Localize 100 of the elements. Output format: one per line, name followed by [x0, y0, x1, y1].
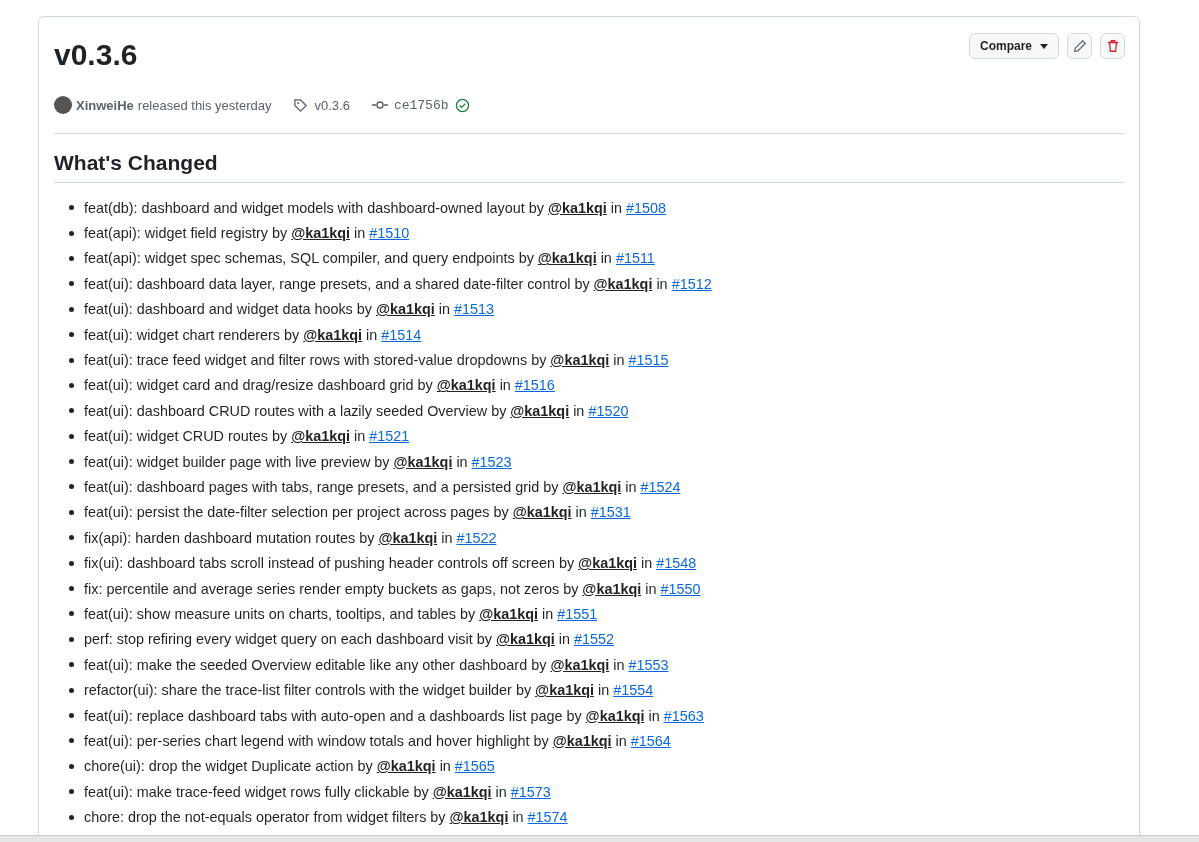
bullet-icon — [69, 789, 74, 795]
in-text: in — [456, 453, 468, 470]
pull-request-link[interactable]: #1521 — [369, 428, 410, 445]
pull-request-link[interactable]: #1564 — [630, 732, 671, 749]
change-text: fix(api): harden dashboard mutation routes — [84, 529, 356, 546]
author-link[interactable]: @ka1kqi — [291, 428, 350, 445]
author-link[interactable]: @ka1kqi — [562, 479, 622, 495]
bullet-icon — [69, 713, 74, 718]
bullet-icon — [69, 357, 74, 363]
author-link[interactable]: @ka1kqi — [585, 707, 645, 724]
author-link[interactable]: @ka1kqi — [303, 326, 362, 343]
author-link[interactable]: @ka1kqi — [593, 275, 653, 292]
pull-request-link[interactable]: #1563 — [663, 707, 704, 724]
by-text: by — [493, 504, 509, 521]
commit-link[interactable]: ce1756b — [393, 97, 449, 113]
author-link[interactable]: @ka1kqi — [535, 682, 594, 699]
author-link[interactable]: @ka1kqi — [578, 555, 637, 572]
change-text: perf: stop refiring every widget query on each dashboard visit — [84, 631, 473, 648]
author-link[interactable]: @ka1kqi — [432, 783, 492, 800]
pull-request-link[interactable]: #1511 — [615, 250, 655, 267]
author-link[interactable]: @ka1kqi — [552, 732, 612, 749]
pull-request-link[interactable]: #1550 — [660, 580, 701, 597]
release-title: v0.3.6 — [54, 37, 138, 73]
pull-request-link[interactable]: #1514 — [381, 326, 422, 343]
by-text: by — [271, 225, 288, 242]
by-text: by — [413, 783, 429, 800]
author-link[interactable]: XinweiHe — [76, 97, 134, 113]
author-link[interactable]: @ka1kqi — [449, 809, 509, 826]
pull-request-link[interactable]: #1531 — [590, 504, 631, 521]
pull-request-link[interactable]: #1508 — [626, 199, 667, 216]
author-link[interactable]: @ka1kqi — [537, 250, 597, 267]
author-link[interactable]: @ka1kqi — [550, 656, 610, 673]
edit-button[interactable] — [1067, 33, 1092, 59]
bullet-icon — [69, 611, 74, 617]
change-text: feat(ui): trace feed widget and filter rows with stored-value dropdowns — [84, 352, 528, 369]
pull-request-link[interactable]: #1512 — [671, 275, 712, 292]
change-text: feat(ui): dashboard and widget data hooks — [84, 301, 353, 318]
pull-request-link[interactable]: #1510 — [369, 225, 410, 242]
bullet-icon — [69, 205, 74, 211]
section-heading: What's Changed — [54, 150, 1125, 183]
pull-request-link[interactable]: #1522 — [456, 529, 497, 546]
bullet-icon — [69, 586, 74, 592]
author-link[interactable]: @ka1kqi — [291, 225, 350, 242]
by-text: by — [359, 529, 375, 546]
pull-request-link[interactable]: #1574 — [527, 809, 568, 826]
author-link[interactable]: @ka1kqi — [378, 529, 438, 546]
tag-link[interactable]: v0.3.6 — [314, 97, 350, 113]
change-text: chore(ui): drop the widget Duplicate action — [84, 758, 354, 775]
by-text: by — [574, 275, 590, 292]
avatar[interactable] — [54, 96, 72, 114]
by-text: by — [566, 707, 582, 724]
pull-request-link[interactable]: #1553 — [628, 656, 669, 673]
pull-request-link[interactable]: #1524 — [640, 479, 681, 495]
pull-request-link[interactable]: #1551 — [557, 605, 598, 622]
pull-request-link[interactable]: #1513 — [454, 301, 495, 318]
bullet-icon — [69, 687, 74, 693]
in-text: in — [610, 199, 623, 216]
pull-request-link[interactable]: #1523 — [471, 453, 512, 470]
author-link[interactable]: @ka1kqi — [436, 377, 496, 394]
bullet-icon — [69, 382, 74, 388]
pull-request-link[interactable]: #1515 — [628, 352, 669, 369]
tag-icon — [293, 97, 309, 113]
author-link[interactable]: @ka1kqi — [393, 453, 453, 470]
author-link[interactable]: @ka1kqi — [376, 301, 435, 318]
pull-request-link[interactable]: #1554 — [613, 682, 654, 699]
in-text: in — [613, 656, 625, 673]
change-text: fix: percentile and average series render empty buckets as gaps, not zeros — [84, 580, 560, 597]
pull-request-link[interactable]: #1573 — [510, 783, 551, 800]
author-link[interactable]: @ka1kqi — [512, 504, 572, 521]
in-text: in — [354, 428, 366, 445]
by-text: by — [430, 809, 446, 826]
change-text: feat(ui): dashboard data layer, range presets, and a shared date-filter control — [84, 275, 571, 292]
pull-request-link[interactable]: #1565 — [454, 758, 495, 775]
pull-request-link[interactable]: #1548 — [656, 555, 697, 572]
pull-request-link[interactable]: #1552 — [574, 631, 615, 648]
author-link[interactable]: @ka1kqi — [495, 631, 555, 648]
in-text: in — [597, 682, 610, 699]
author-link[interactable]: @ka1kqi — [510, 402, 570, 419]
in-text: in — [366, 326, 378, 343]
author-link[interactable]: @ka1kqi — [550, 352, 610, 369]
bullet-icon — [69, 332, 74, 338]
compare-button[interactable]: Compare — [969, 33, 1059, 59]
change-text: feat(ui): per-series chart legend with window totals and hover highlight — [84, 732, 530, 749]
author-link[interactable]: @ka1kqi — [582, 580, 642, 597]
in-text: in — [600, 250, 612, 267]
bullet-icon — [69, 306, 74, 312]
delete-button[interactable] — [1100, 33, 1125, 59]
author-link[interactable]: @ka1kqi — [376, 758, 436, 775]
author-link[interactable]: @ka1kqi — [548, 199, 607, 216]
author-link[interactable]: @ka1kqi — [479, 605, 538, 622]
bullet-icon — [69, 459, 74, 465]
in-text: in — [625, 479, 637, 495]
change-text: feat(ui): widget card and drag/resize dashboard grid — [84, 377, 414, 394]
pull-request-link[interactable]: #1516 — [514, 377, 555, 394]
pull-request-link[interactable]: #1520 — [588, 402, 629, 419]
change-text: refactor(ui): share the trace-list filter controls with the widget builder — [84, 682, 512, 699]
change-text: feat(ui): widget CRUD routes — [84, 428, 268, 445]
by-text: by — [357, 758, 373, 775]
bullet-icon — [69, 509, 74, 515]
in-text: in — [439, 758, 451, 775]
